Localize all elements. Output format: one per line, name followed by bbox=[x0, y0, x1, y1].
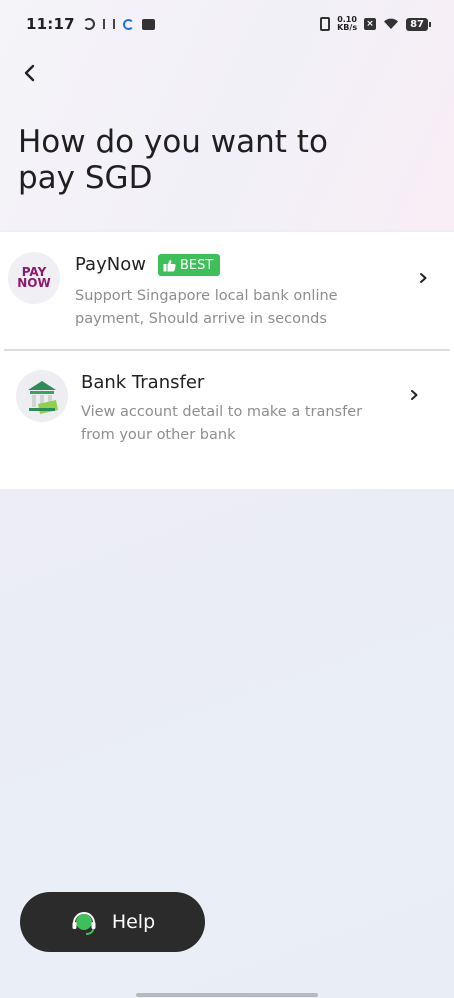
page-title: How do you want to pay SGD bbox=[18, 124, 328, 196]
close-box-icon: × bbox=[364, 18, 377, 30]
chevron-right-icon bbox=[411, 390, 418, 400]
wifi-icon bbox=[384, 18, 399, 29]
battery-indicator: 87 bbox=[406, 17, 431, 31]
paynow-title: PayNow bbox=[75, 254, 146, 275]
bank-transfer-title: Bank Transfer bbox=[81, 372, 205, 393]
status-right: 0.10 KB/s × 87 bbox=[320, 16, 431, 32]
help-label: Help bbox=[111, 911, 156, 933]
best-badge-label: BEST bbox=[180, 257, 214, 273]
home-indicator[interactable] bbox=[136, 993, 318, 997]
paynow-logo-line2: NOW bbox=[17, 276, 51, 290]
payment-options-card: PAY NOW PayNow BEST Support Singapore lo… bbox=[0, 232, 454, 489]
vibrate-icon bbox=[320, 17, 331, 31]
signal-icon bbox=[102, 19, 115, 29]
app-notification-icon bbox=[122, 18, 134, 30]
paynow-logo: PAY NOW bbox=[8, 252, 60, 304]
network-speed: 0.10 KB/s bbox=[337, 16, 357, 32]
status-bar: 11:17 0.10 KB/s × 87 bbox=[0, 0, 454, 48]
thumbs-up-icon bbox=[163, 259, 176, 271]
help-button[interactable]: Help bbox=[20, 892, 205, 952]
chevron-left-icon bbox=[24, 64, 35, 82]
bank-icon bbox=[16, 370, 68, 422]
paynow-description: Support Singapore local bank online paym… bbox=[75, 288, 338, 327]
sync-icon bbox=[82, 18, 95, 30]
net-speed-unit: KB/s bbox=[337, 23, 358, 32]
mail-icon bbox=[141, 18, 155, 30]
back-button[interactable] bbox=[14, 58, 44, 88]
chevron-right-icon bbox=[420, 273, 427, 283]
bank-transfer-description: View account detail to make a transfer f… bbox=[81, 404, 363, 443]
headset-icon bbox=[72, 912, 96, 935]
status-time: 11:17 bbox=[26, 15, 75, 33]
status-left: 11:17 bbox=[26, 15, 155, 33]
best-badge: BEST bbox=[158, 254, 221, 276]
